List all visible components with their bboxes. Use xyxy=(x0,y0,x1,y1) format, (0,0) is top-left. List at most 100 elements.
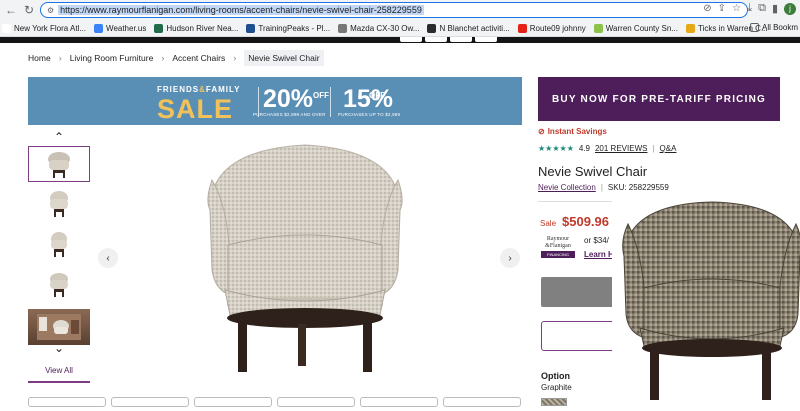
bottom-tab[interactable] xyxy=(194,397,272,407)
download-icon[interactable]: ⤓ xyxy=(747,2,752,15)
prev-image-button[interactable]: ‹ xyxy=(98,248,118,268)
translate-icon[interactable]: ⊘ xyxy=(703,3,711,14)
breadcrumb-current: Nevie Swivel Chair xyxy=(244,50,324,66)
all-bookmarks-button[interactable]: All Bookm xyxy=(749,23,798,32)
bookmark-item[interactable]: New York Flora Atl... xyxy=(2,23,86,33)
bottom-tab[interactable] xyxy=(443,397,521,407)
bookmark-favicon-icon xyxy=(154,23,164,33)
profile-avatar[interactable]: j xyxy=(784,2,796,15)
sku: SKU: 258229559 xyxy=(607,183,669,192)
graphite-chair-image xyxy=(622,201,800,400)
room-scene-icon xyxy=(37,314,81,340)
breadcrumb-home[interactable]: Home xyxy=(28,53,51,63)
chevron-up-icon[interactable]: ⌃ xyxy=(28,130,90,144)
bookmark-star-icon[interactable]: ☆ xyxy=(732,3,741,14)
bookmark-item[interactable]: Warren County Sn... xyxy=(593,23,678,33)
financing-text: or $34/ xyxy=(584,236,609,245)
bookmark-favicon-icon xyxy=(427,23,437,33)
bookmark-item[interactable]: Route09 johnny xyxy=(517,23,586,33)
banner-sale: SALE xyxy=(157,94,234,124)
reviews-link[interactable]: 201 REVIEWS xyxy=(595,144,647,153)
thumbnail-3[interactable] xyxy=(28,226,90,262)
bookmark-favicon-icon xyxy=(517,23,527,33)
chevron-right-icon: › xyxy=(58,53,62,63)
divider: | xyxy=(652,144,655,153)
divider: | xyxy=(600,183,603,192)
chevron-down-icon[interactable]: ⌄ xyxy=(28,341,90,355)
bookmark-favicon-icon xyxy=(2,23,11,33)
banner-divider xyxy=(330,87,331,117)
folder-icon xyxy=(749,23,759,32)
thumbnail-4[interactable] xyxy=(28,266,90,302)
chair-thumbnail-icon xyxy=(50,273,68,297)
thumbnail-1[interactable] xyxy=(28,146,90,182)
add-to-cart-button[interactable] xyxy=(541,277,621,307)
sale-banner[interactable]: FRIENDS&FAMILY SALE 20% OFF PURCHASES $2… xyxy=(28,77,522,125)
overlay-product-image xyxy=(612,196,800,406)
sale-price: $509.96 xyxy=(562,214,610,229)
chair-thumbnail-icon xyxy=(48,152,70,178)
chevron-right-icon: › xyxy=(508,252,512,264)
address-bar[interactable]: ⚙ https://www.raymourflanigan.com/living… xyxy=(40,2,748,18)
learn-more-link[interactable]: Learn H xyxy=(584,250,614,259)
site-info-icon[interactable]: ⚙ xyxy=(47,6,54,15)
option-value: Graphite xyxy=(541,383,572,392)
share-icon[interactable]: ⇪ xyxy=(718,3,726,14)
header-tab[interactable] xyxy=(425,37,447,42)
graphite-swatch[interactable] xyxy=(541,398,567,406)
collection-row: Nevie Collection | SKU: 258229559 xyxy=(538,183,669,192)
bottom-tab[interactable] xyxy=(28,397,106,407)
chevron-right-icon: › xyxy=(233,53,237,63)
chair-thumbnail-icon xyxy=(50,191,68,217)
banner-offer2-off: OFF xyxy=(369,91,385,100)
star-rating-icon: ★★★★★ xyxy=(538,144,574,153)
bookmarks-bar: New York Flora Atl... Weather.us Hudson Ri… xyxy=(0,20,800,37)
financing-logo: Raymour &Flanigan FINANCING xyxy=(541,236,575,258)
bookmark-item[interactable]: TrainingPeaks - Pl... xyxy=(246,23,330,33)
browser-toolbar: ← ↻ ⚙ https://www.raymourflanigan.com/li… xyxy=(0,0,800,20)
banner-offer1-fine: PURCHASES $2,999 AND OVER xyxy=(253,112,326,117)
bottom-tab[interactable] xyxy=(360,397,438,407)
banner-offer2-fine: PURCHASES UP TO $2,999 xyxy=(338,112,401,117)
breadcrumb: Home › Living Room Furniture › Accent Ch… xyxy=(28,50,324,66)
sale-label: Sale xyxy=(540,219,557,228)
main-product-image xyxy=(207,144,403,372)
chevron-right-icon: › xyxy=(161,53,165,63)
instant-savings[interactable]: ⊘ Instant Savings xyxy=(538,127,607,136)
breadcrumb-living-room[interactable]: Living Room Furniture xyxy=(70,53,154,63)
thumbnail-room-scene[interactable] xyxy=(28,309,90,345)
site-header-strip xyxy=(0,37,800,43)
next-image-button[interactable]: › xyxy=(500,248,520,268)
bottom-tab[interactable] xyxy=(277,397,355,407)
banner-offer1-off: OFF xyxy=(313,91,329,100)
back-icon[interactable]: ← xyxy=(2,1,20,19)
option-label: Option xyxy=(541,371,570,381)
bookmark-item[interactable]: Weather.us xyxy=(94,23,146,33)
bookmark-item[interactable]: Hudson River Nea... xyxy=(154,23,238,33)
bookmark-item[interactable]: Mazda CX-30 Ow... xyxy=(338,23,419,33)
thumbnail-2[interactable] xyxy=(28,186,90,222)
bottom-tab[interactable] xyxy=(111,397,189,407)
pre-tariff-promo[interactable]: BUY NOW FOR PRE-TARIFF PRICING xyxy=(538,77,780,121)
bookmark-favicon-icon xyxy=(338,23,348,33)
price-row: Sale $509.96 xyxy=(540,214,609,229)
sidepanel-icon[interactable]: ▮ xyxy=(772,2,778,15)
view-all-link[interactable]: View All xyxy=(28,366,90,383)
banner-offer1-pct: 20% xyxy=(263,85,314,113)
header-tab[interactable] xyxy=(450,37,472,42)
extensions-icon[interactable]: ⧉ xyxy=(758,2,766,15)
collection-link[interactable]: Nevie Collection xyxy=(538,183,596,192)
qa-link[interactable]: Q&A xyxy=(660,144,677,153)
bookmark-favicon-icon xyxy=(94,23,104,33)
chair-thumbnail-icon xyxy=(51,232,67,257)
tag-icon: ⊘ xyxy=(538,127,545,136)
url-text[interactable]: https://www.raymourflanigan.com/living-r… xyxy=(58,5,424,15)
secondary-action-button[interactable] xyxy=(541,321,621,351)
header-tab[interactable] xyxy=(400,37,422,42)
header-tab[interactable] xyxy=(475,37,497,42)
breadcrumb-accent-chairs[interactable]: Accent Chairs xyxy=(172,53,225,63)
chevron-left-icon: ‹ xyxy=(106,252,110,264)
bookmark-item[interactable]: N Blanchet activiti... xyxy=(427,23,510,33)
reload-icon[interactable]: ↻ xyxy=(20,1,38,19)
rating-row: ★★★★★ 4.9 201 REVIEWS | Q&A xyxy=(538,144,676,153)
